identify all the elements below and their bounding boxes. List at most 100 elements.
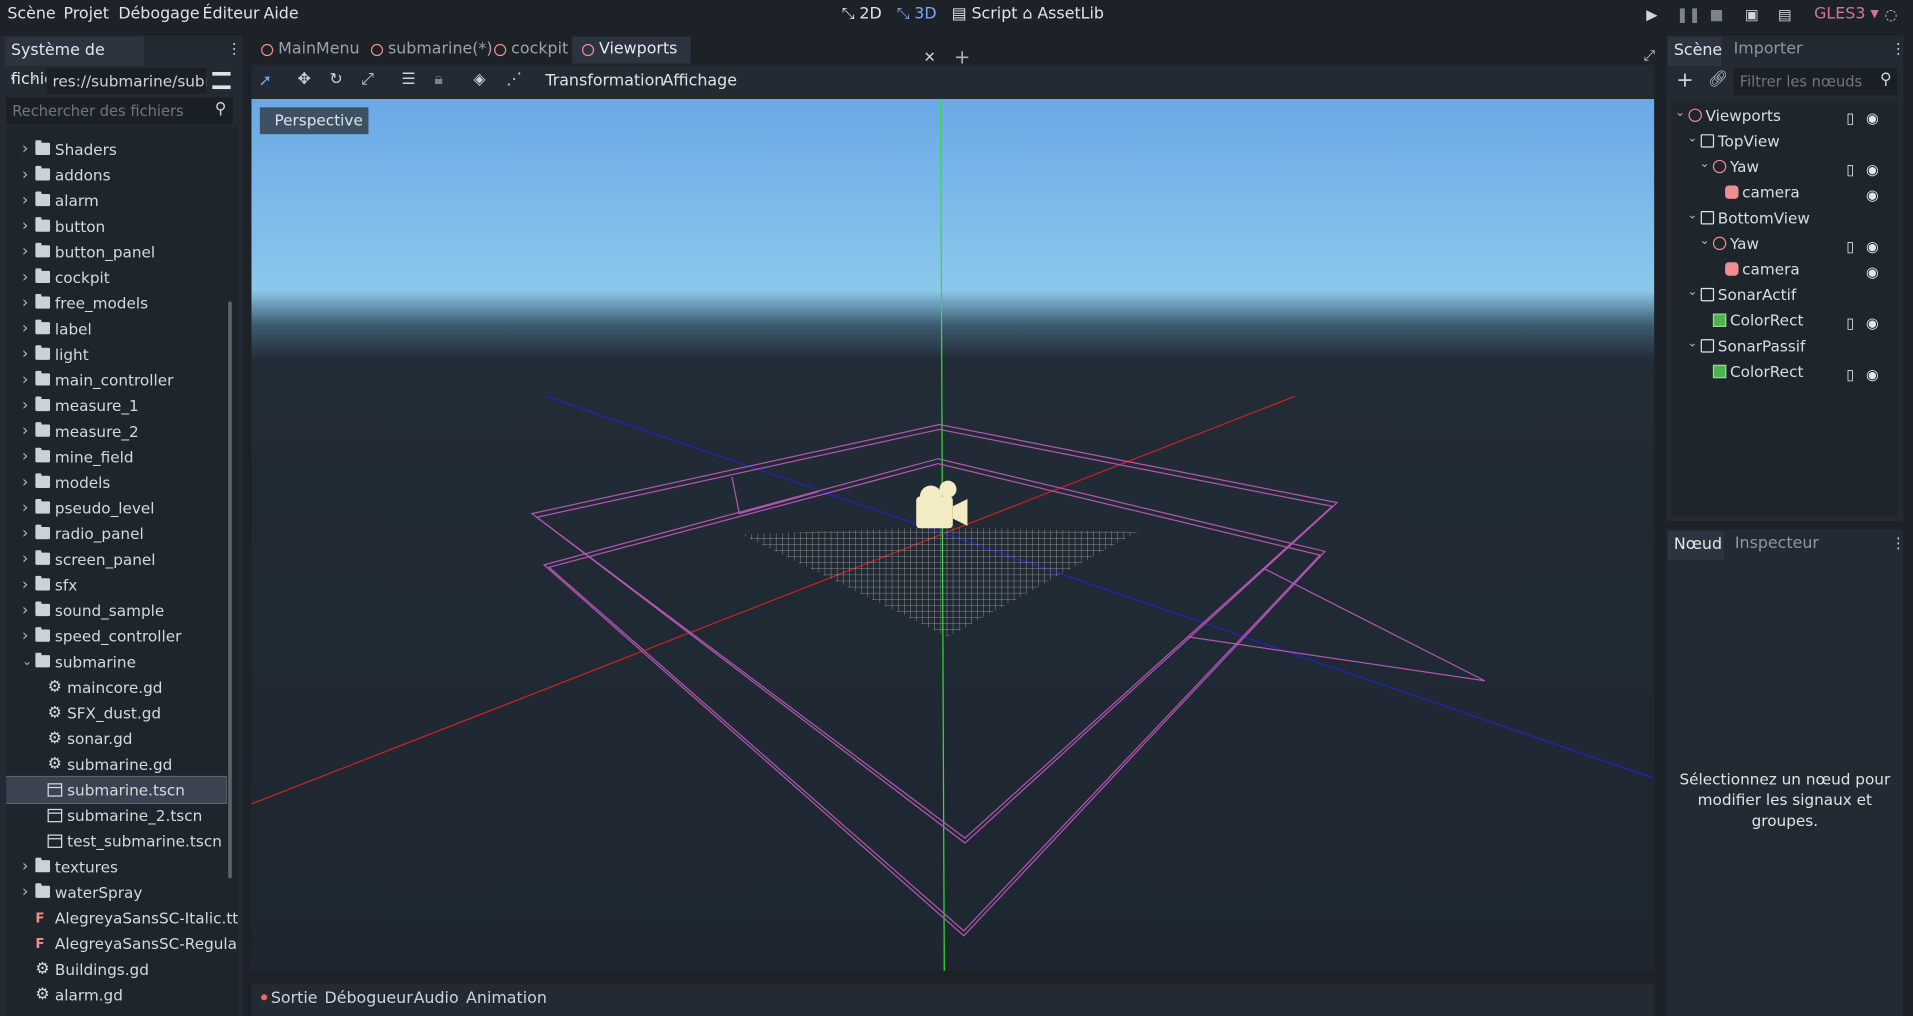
file-tree-item[interactable]: › main_controller (6, 367, 226, 393)
chevron-down-icon[interactable]: ⌄ (22, 649, 32, 675)
scene-tree-node[interactable]: ⌄ SonarPassif (1671, 333, 1898, 359)
renderer-select[interactable]: GLES3 ▼ (1814, 5, 1879, 23)
file-tree-item[interactable]: › addons (6, 162, 226, 188)
file-tree-item[interactable]: ⚙ sonar.gd (6, 726, 226, 752)
file-tree-item[interactable]: › label (6, 316, 226, 342)
file-tree-item[interactable]: › screen_panel (6, 547, 226, 573)
play-custom-scene-icon[interactable]: ▤ (1776, 6, 1793, 23)
chevron-right-icon[interactable]: › (22, 623, 28, 649)
audio-tab[interactable]: Audio (414, 989, 459, 1007)
file-tree-item[interactable]: submarine_2.tscn (6, 803, 226, 829)
scene-tree-node[interactable]: ⌄ SonarActif (1671, 282, 1898, 308)
menu-editor[interactable]: Éditeur (203, 5, 260, 23)
script-button[interactable]: ▤ Script (952, 5, 1018, 23)
file-tree-item[interactable]: ⚙ maincore.gd (6, 675, 226, 701)
file-tree-item[interactable]: submarine.tscn (6, 775, 227, 804)
chevron-right-icon[interactable]: › (22, 290, 28, 316)
tab-inspector[interactable]: Inspecteur (1735, 534, 1819, 552)
menu-help[interactable]: Aide (264, 5, 299, 23)
chevron-right-icon[interactable]: › (22, 521, 28, 547)
viewport-canvas[interactable] (251, 98, 1655, 972)
chevron-right-icon[interactable]: › (22, 214, 28, 240)
add-node-icon[interactable]: + (1676, 68, 1693, 92)
stop-icon[interactable]: ■ (1708, 6, 1725, 23)
select-tool-icon[interactable]: ➚ (259, 72, 272, 90)
local-space-icon[interactable]: ◈ (473, 71, 485, 89)
chevron-right-icon[interactable]: › (22, 572, 28, 598)
file-tree-item[interactable]: › speed_controller (6, 623, 226, 649)
dock-menu-icon[interactable]: ⋮ (227, 40, 242, 57)
file-tree-item[interactable]: › alarm (6, 188, 226, 214)
file-tree-item[interactable]: ⚙ SFX_dust.gd (6, 700, 226, 726)
chevron-right-icon[interactable]: › (22, 547, 28, 573)
play-icon[interactable]: ▶ (1643, 6, 1660, 23)
file-tree-item[interactable]: › button_panel (6, 239, 226, 265)
list-select-icon[interactable]: ☰ (401, 71, 415, 89)
layout-toggle-icon[interactable] (212, 71, 231, 90)
dock-menu-icon[interactable]: ⋮ (1891, 534, 1906, 551)
chevron-down-icon[interactable]: ⌄ (1699, 151, 1709, 177)
file-tree-item[interactable]: › sfx (6, 572, 226, 598)
chevron-down-icon[interactable]: ⌄ (1687, 279, 1697, 305)
chevron-right-icon[interactable]: › (22, 418, 28, 444)
file-tree-item[interactable]: ⌄ submarine (6, 649, 226, 675)
chevron-right-icon[interactable]: › (22, 470, 28, 496)
file-tree-item[interactable]: › button (6, 214, 226, 240)
tab-viewports[interactable]: Viewports (572, 36, 691, 64)
file-tree-item[interactable]: F AlegreyaSansSC-Italic.ttf (6, 905, 238, 931)
chevron-right-icon[interactable]: › (22, 137, 28, 163)
file-tree-item[interactable]: › cockpit (6, 265, 226, 291)
script-attached-icon[interactable]: ▯ (1846, 362, 1854, 388)
menu-debug[interactable]: Débogage (118, 5, 199, 23)
menu-project[interactable]: Projet (63, 5, 109, 23)
tab-submarine[interactable]: submarine(*) (361, 37, 493, 64)
tab-import[interactable]: Importer (1734, 40, 1803, 58)
file-tree-item[interactable]: › pseudo_level (6, 495, 226, 521)
forward-icon[interactable]: › (31, 70, 37, 88)
file-tree-item[interactable]: F AlegreyaSansSC-Regular.t (6, 931, 238, 957)
chevron-right-icon[interactable]: › (22, 367, 28, 393)
file-tree-item[interactable]: ⚙ alarm.gd (6, 982, 226, 1008)
link-icon[interactable]: 🔗︎ (1708, 71, 1728, 89)
file-search-input[interactable] (6, 97, 234, 125)
view-menu[interactable]: Affichage (662, 72, 737, 90)
tab-scene[interactable]: Scène (1667, 36, 1722, 66)
chevron-right-icon[interactable]: › (22, 495, 28, 521)
file-tree-item[interactable]: › textures (6, 854, 226, 880)
3d-viewport[interactable]: Perspective (251, 98, 1655, 972)
snap-icon[interactable]: ⋰ (506, 71, 522, 89)
chevron-right-icon[interactable]: › (22, 598, 28, 624)
visibility-eye-icon[interactable]: ◉ (1866, 362, 1879, 388)
chevron-down-icon[interactable]: ⌄ (1687, 203, 1697, 229)
transform-menu[interactable]: Transformation (545, 72, 664, 90)
scene-tree-node[interactable]: ⌄ BottomView (1671, 205, 1898, 231)
filesystem-scrollbar[interactable] (228, 301, 232, 879)
scene-tree-node[interactable]: ⌄ TopView (1671, 128, 1898, 154)
file-tree-item[interactable]: › Shaders (6, 137, 226, 163)
debugger-tab[interactable]: Débogueur (325, 989, 413, 1007)
scene-tree-node[interactable]: camera ◉ (1671, 179, 1898, 205)
chevron-right-icon[interactable]: › (22, 444, 28, 470)
chevron-down-icon[interactable]: ⌄ (1687, 126, 1697, 152)
chevron-right-icon[interactable]: › (22, 188, 28, 214)
tab-filesystem[interactable]: Système de fichiers (4, 36, 144, 89)
file-tree-item[interactable]: › sound_sample (6, 598, 226, 624)
output-tab[interactable]: Sortie (271, 989, 318, 1007)
node-filter-input[interactable] (1733, 68, 1898, 96)
rotate-tool-icon[interactable]: ↻ (329, 71, 342, 89)
scale-tool-icon[interactable]: ⤢ (361, 71, 374, 89)
file-tree-item[interactable]: › light (6, 342, 226, 368)
play-scene-icon[interactable]: ▣ (1743, 6, 1760, 23)
chevron-right-icon[interactable]: › (22, 342, 28, 368)
tab-node[interactable]: Nœud (1667, 530, 1724, 560)
scene-tree-node[interactable]: ⌄ Yaw ◉ ▯ (1671, 231, 1898, 257)
path-field[interactable]: res://submarine/subma (46, 68, 207, 94)
scene-tree-node[interactable]: ColorRect ◉ ▯ (1671, 307, 1898, 333)
file-tree-item[interactable]: › mine_field (6, 444, 226, 470)
chevron-right-icon[interactable]: › (22, 316, 28, 342)
chevron-right-icon[interactable]: › (22, 854, 28, 880)
back-icon[interactable]: ‹ (10, 70, 16, 88)
chevron-right-icon[interactable]: › (22, 393, 28, 419)
chevron-down-icon[interactable]: ⌄ (1675, 100, 1685, 126)
scene-tree-node[interactable]: ⌄ Viewports ◉ ▯ (1671, 102, 1898, 128)
